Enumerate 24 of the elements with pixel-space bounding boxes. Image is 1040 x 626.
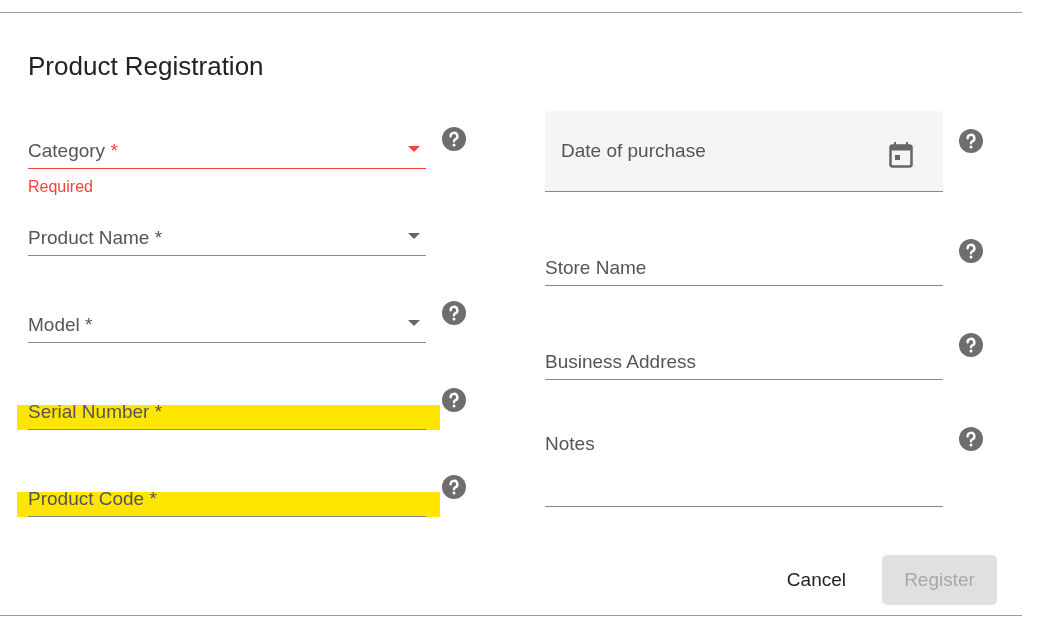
- help-icon[interactable]: [959, 239, 983, 263]
- error-message: Required: [28, 178, 93, 196]
- help-icon[interactable]: [959, 333, 983, 357]
- dialog-title: Product Registration: [28, 50, 264, 82]
- form-field[interactable]: Notes: [545, 422, 943, 507]
- form-field[interactable]: Model *: [28, 291, 426, 343]
- form-field[interactable]: Date of purchase: [545, 111, 943, 192]
- form-field[interactable]: Category *: [28, 117, 426, 169]
- help-icon[interactable]: [959, 129, 983, 153]
- help-icon[interactable]: [442, 301, 466, 325]
- cancel-button[interactable]: Cancel: [770, 555, 862, 605]
- caret-icon: [408, 320, 420, 326]
- form-field[interactable]: Store Name: [545, 234, 943, 286]
- help-icon[interactable]: [959, 427, 983, 451]
- caret-icon: [408, 146, 420, 152]
- help-icon[interactable]: [442, 127, 466, 151]
- help-icon[interactable]: [442, 388, 466, 412]
- form-field[interactable]: Product Name *: [28, 204, 426, 256]
- form-field[interactable]: Product Code *: [28, 465, 426, 517]
- form-field[interactable]: Serial Number *: [28, 378, 426, 430]
- help-icon[interactable]: [442, 475, 466, 499]
- caret-icon: [408, 233, 420, 239]
- calendar-icon: [889, 142, 913, 168]
- form-field[interactable]: Business Address: [545, 328, 943, 380]
